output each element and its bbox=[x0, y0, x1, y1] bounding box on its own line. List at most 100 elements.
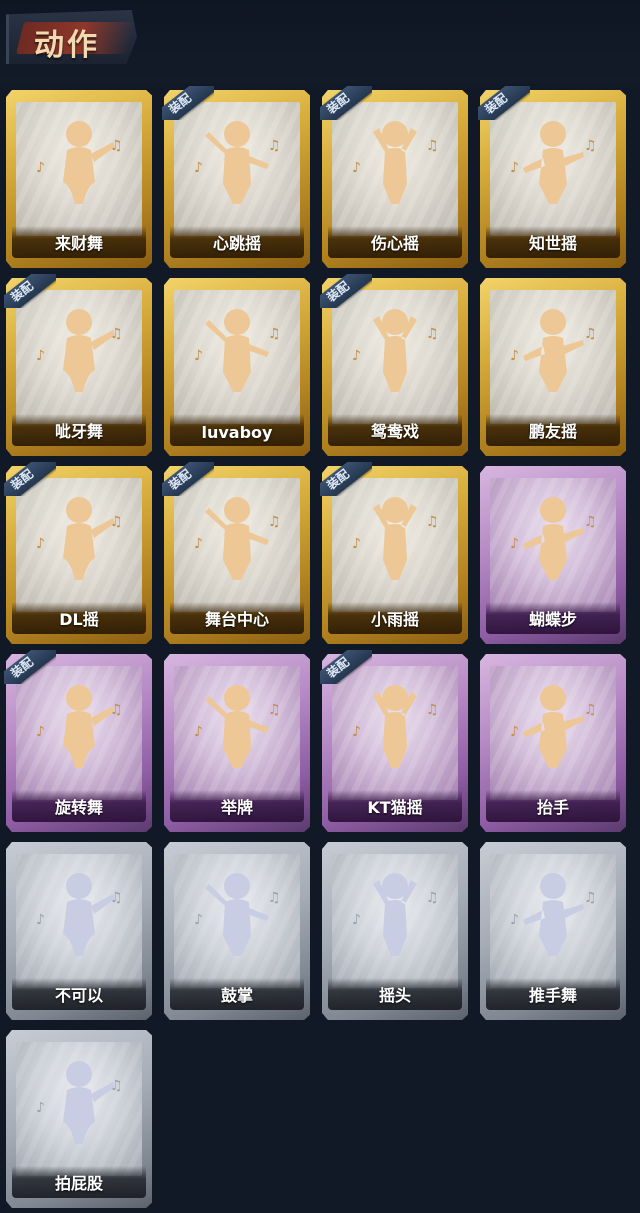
action-name: DL摇 bbox=[59, 610, 99, 629]
music-note-icon: ♫ bbox=[268, 514, 281, 530]
action-card[interactable]: ♪ ♫ 摇头 bbox=[322, 842, 468, 1020]
action-name: 旋转舞 bbox=[54, 798, 103, 817]
music-note-icon: ♫ bbox=[110, 702, 123, 718]
equipped-badge: 装配 bbox=[320, 462, 372, 496]
clap-icon bbox=[205, 873, 269, 956]
heart-hands-icon bbox=[373, 121, 417, 204]
action-card[interactable]: ♪ ♫ luvaboy bbox=[164, 278, 310, 456]
action-card[interactable]: ♪ ♫ 舞台中心 装配 bbox=[162, 462, 310, 644]
action-name: 知世摇 bbox=[528, 234, 577, 253]
music-note-icon: ♫ bbox=[584, 514, 597, 530]
action-name: 推手舞 bbox=[528, 986, 577, 1005]
music-note-icon: ♪ bbox=[194, 160, 203, 176]
action-name: 鼓掌 bbox=[220, 986, 253, 1005]
music-note-icon: ♫ bbox=[426, 326, 439, 342]
action-name: 鹏友摇 bbox=[528, 422, 577, 441]
action-name: 小雨摇 bbox=[370, 610, 419, 629]
equipped-badge: 装配 bbox=[4, 650, 56, 684]
music-note-icon: ♪ bbox=[510, 348, 519, 364]
action-card[interactable]: ♪ ♫ 抬手 bbox=[480, 654, 626, 832]
luvaboy-dance-icon bbox=[205, 309, 269, 392]
shake-head-icon bbox=[373, 873, 417, 956]
music-note-icon: ♫ bbox=[584, 702, 597, 718]
heartbeat-dance-icon bbox=[205, 121, 269, 204]
action-name: luvaboy bbox=[201, 423, 273, 442]
action-card[interactable]: ♪ ♫ 呲牙舞 装配 bbox=[4, 274, 152, 456]
action-card[interactable]: ♪ ♫ 蝴蝶步 bbox=[480, 466, 626, 644]
mandarin-duck-dance-icon bbox=[373, 309, 417, 392]
music-note-icon: ♫ bbox=[584, 326, 597, 342]
action-name: 伤心摇 bbox=[370, 234, 419, 253]
dl-dance-icon bbox=[63, 497, 115, 580]
light-rain-dance-icon bbox=[373, 497, 417, 580]
action-name: 舞台中心 bbox=[204, 610, 269, 629]
music-note-icon: ♫ bbox=[110, 1078, 123, 1094]
action-name: 呲牙舞 bbox=[54, 422, 103, 441]
action-card[interactable]: ♪ ♫ DL摇 装配 bbox=[4, 462, 152, 644]
music-note-icon: ♪ bbox=[194, 536, 203, 552]
action-card[interactable]: ♪ ♫ 旋转舞 装配 bbox=[4, 650, 152, 832]
kt-cat-dance-icon bbox=[373, 685, 417, 768]
equipped-badge: 装配 bbox=[4, 462, 56, 496]
butterfly-step-icon bbox=[523, 497, 584, 580]
page-title: 动作 bbox=[34, 28, 100, 63]
action-card[interactable]: ♪ ♫ 来财舞 bbox=[6, 90, 152, 268]
action-name: 拍屁股 bbox=[54, 1174, 103, 1193]
music-note-icon: ♪ bbox=[352, 536, 361, 552]
music-note-icon: ♫ bbox=[426, 138, 439, 154]
music-note-icon: ♪ bbox=[36, 348, 45, 364]
equipped-badge: 装配 bbox=[320, 274, 372, 308]
music-dance-icon bbox=[523, 121, 584, 204]
equipped-badge: 装配 bbox=[162, 462, 214, 496]
action-name: 摇头 bbox=[378, 986, 411, 1005]
action-name: KT猫摇 bbox=[367, 798, 423, 817]
music-note-icon: ♫ bbox=[110, 514, 123, 530]
equipped-badge: 装配 bbox=[4, 274, 56, 308]
push-hand-dance-icon bbox=[523, 873, 584, 956]
action-card[interactable]: ♪ ♫ 伤心摇 装配 bbox=[320, 86, 468, 268]
grin-dance-icon bbox=[63, 309, 115, 392]
action-name: 心跳摇 bbox=[212, 234, 261, 253]
action-card[interactable]: ♪ ♫ 小雨摇 装配 bbox=[320, 462, 468, 644]
music-note-icon: ♫ bbox=[426, 514, 439, 530]
music-note-icon: ♪ bbox=[36, 160, 45, 176]
music-note-icon: ♫ bbox=[268, 326, 281, 342]
action-name: 来财舞 bbox=[54, 234, 103, 253]
action-card[interactable]: ♪ ♫ 推手舞 bbox=[480, 842, 626, 1020]
music-note-icon: ♫ bbox=[268, 138, 281, 154]
music-note-icon: ♪ bbox=[352, 724, 361, 740]
action-card[interactable]: ♪ ♫ 鹏友摇 bbox=[480, 278, 626, 456]
action-card[interactable]: ♪ ♫ 知世摇 装配 bbox=[478, 86, 626, 268]
music-note-icon: ♪ bbox=[510, 160, 519, 176]
action-name: 鸳鸯戏 bbox=[370, 422, 419, 441]
hold-sign-icon bbox=[205, 685, 269, 768]
music-note-icon: ♪ bbox=[194, 724, 203, 740]
action-card[interactable]: ♪ ♫ 鼓掌 bbox=[164, 842, 310, 1020]
action-card[interactable]: ♪ ♫ 拍屁股 bbox=[6, 1030, 152, 1208]
action-card[interactable]: ♪ ♫ 不可以 bbox=[6, 842, 152, 1020]
slap-butt-icon bbox=[63, 1061, 115, 1144]
equipped-badge: 装配 bbox=[478, 86, 530, 120]
action-card[interactable]: ♪ ♫ KT猫摇 装配 bbox=[320, 650, 468, 832]
equipped-badge: 装配 bbox=[162, 86, 214, 120]
header: 动作 bbox=[0, 0, 640, 84]
music-note-icon: ♪ bbox=[352, 912, 361, 928]
music-note-icon: ♪ bbox=[510, 536, 519, 552]
action-card[interactable]: ♪ ♫ 举牌 bbox=[164, 654, 310, 832]
action-card[interactable]: ♪ ♫ 鸳鸯戏 装配 bbox=[320, 274, 468, 456]
music-note-icon: ♫ bbox=[268, 890, 281, 906]
action-card[interactable]: ♪ ♫ 心跳摇 装配 bbox=[162, 86, 310, 268]
no-finger-icon bbox=[63, 873, 115, 956]
spin-dance-icon bbox=[63, 685, 115, 768]
action-name: 蝴蝶步 bbox=[528, 610, 577, 629]
music-note-icon: ♫ bbox=[110, 138, 123, 154]
music-note-icon: ♪ bbox=[36, 1100, 45, 1116]
action-name: 抬手 bbox=[536, 798, 569, 817]
raise-hand-icon bbox=[523, 685, 584, 768]
center-stage-icon bbox=[205, 497, 269, 580]
music-note-icon: ♫ bbox=[584, 890, 597, 906]
music-note-icon: ♫ bbox=[426, 702, 439, 718]
music-note-icon: ♫ bbox=[584, 138, 597, 154]
music-note-icon: ♫ bbox=[110, 890, 123, 906]
music-note-icon: ♪ bbox=[510, 912, 519, 928]
